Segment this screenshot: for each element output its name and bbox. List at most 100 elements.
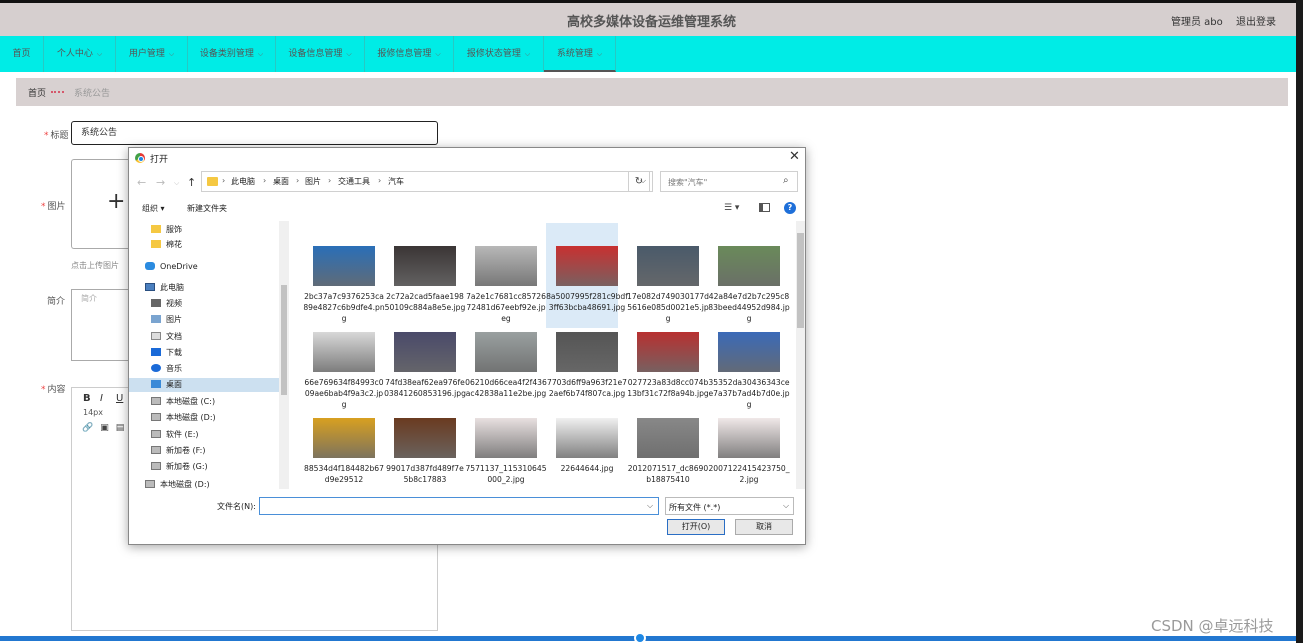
nav-system-mgmt-label: 系统管理 [556,49,593,59]
filetype-select[interactable]: 所有文件 (*.*) [665,497,794,515]
search-icon[interactable]: ⌕ [783,175,789,186]
back-arrow-icon[interactable]: ← [137,176,146,189]
nav-personal-center-label: 个人中心 [56,49,93,59]
bold-button[interactable]: B [83,393,91,404]
nav-tree-item[interactable]: 新加卷 (G:) [129,460,208,474]
file-item[interactable]: 2012071517_dc8690b18875410 [627,395,708,489]
refresh-icon[interactable]: ↻ [628,171,650,192]
path-separator-icon: › [296,176,300,185]
progress-handle[interactable] [634,632,646,644]
nav-tree-label: 软件 (E:) [166,430,199,439]
chevron-down-icon: ⌵ [168,50,175,58]
search-input[interactable]: 搜索"汽车" ⌕ [660,171,798,192]
watermark: CSDN @卓远科技 [1151,617,1274,635]
nav-repair-info[interactable]: 报修信息管理 ⌵ [365,36,454,72]
file-list: 2bc37a7c9376253ca89e4827c6b9dfe4.png 2c72… [291,221,796,489]
nav-home[interactable]: 首页 [0,36,44,72]
file-item[interactable]: 99017d387fd489f7e5b8c17883 [384,395,464,489]
image-thumbnail [556,418,618,458]
nav-tree-item[interactable]: 本地磁盘 (D:) [129,411,216,425]
dialog-title-bar[interactable]: 打开 ✕ [129,148,805,168]
cancel-button[interactable]: 取消 [735,519,793,535]
nav-device-info[interactable]: 设备信息管理 ⌵ [276,36,365,72]
image-icon[interactable]: ▣ [100,423,116,433]
up-arrow-icon[interactable]: ↑ [187,176,196,189]
nav-tree-item[interactable]: 图片 [129,313,182,327]
nav-tree-item[interactable]: 服饰 [129,223,182,237]
nav-tree-item[interactable]: 文档 [129,330,182,344]
nav-pane-scroll-thumb[interactable] [281,285,287,395]
file-list-scroll-thumb[interactable] [797,233,804,328]
nav-repair-status[interactable]: 报修状态管理 ⌵ [454,36,544,72]
logout-link[interactable]: 退出登录 [1236,13,1276,28]
path-crumb[interactable]: 此电脑 [231,176,255,187]
chevron-down-icon[interactable]: ⌵ [647,501,653,511]
new-folder-button[interactable]: 新建文件夹 [187,203,227,214]
image-thumbnail [556,246,618,286]
chevron-down-icon[interactable]: ⌵ [783,501,789,511]
required-mark: * [41,202,46,212]
folder-icon [207,177,218,186]
file-item[interactable]: 88534d4f184482b67d9e29512 [303,395,384,489]
intro-textarea[interactable] [71,289,131,361]
nav-device-category[interactable]: 设备类别管理 ⌵ [188,36,276,72]
page-progress-bar[interactable] [0,636,1296,641]
nav-tree-item[interactable]: 桌面 [129,378,279,392]
image-thumbnail [394,246,456,286]
nav-tree-label: 桌面 [166,380,182,389]
open-button[interactable]: 打开(O) [667,519,725,535]
nav-system-mgmt[interactable]: 系统管理 ⌵ [544,36,616,72]
title-input[interactable]: 系统公告 [71,121,438,145]
drive-icon [151,413,161,421]
view-options-icon[interactable]: ☰ ▾ [724,203,739,213]
file-item[interactable]: 7571137_115310645000_2.jpg [465,395,547,489]
nav-user-mgmt[interactable]: 用户管理 ⌵ [116,36,188,72]
file-item[interactable]: 22644644.jpg [546,395,618,489]
nav-tree-item[interactable]: 新加卷 (F:) [129,444,205,458]
nav-tree-item[interactable]: 棉花 [129,238,182,252]
underline-button[interactable]: U [116,393,123,404]
nav-tree-item[interactable]: 软件 (E:) [129,428,199,442]
nav-tree-item[interactable]: 音乐 [129,362,182,376]
nav-device-info-label: 设备信息管理 [288,49,343,59]
nav-tree-label: 视频 [166,299,182,308]
image-thumbnail [718,332,780,372]
file-name: 2012071517_dc8690b18875410 [627,464,709,484]
breadcrumb-home[interactable]: 首页 [28,86,46,99]
path-crumb[interactable]: 桌面 [273,176,289,187]
help-icon[interactable]: ? [784,202,796,214]
cloud-icon [145,262,155,270]
filename-input[interactable] [259,497,659,515]
forward-arrow-icon[interactable]: → [156,176,165,189]
file-item[interactable]: 2007122415423750_2.jpg [708,395,790,489]
history-chevron-icon[interactable]: ⌵ [174,179,179,188]
preview-pane-icon[interactable] [759,203,770,212]
breadcrumb-separator-icon [51,87,64,93]
app-window: 高校多媒体设备运维管理系统 管理员 abo 退出登录 首页 个人中心 ⌵ 用户管理… [0,0,1303,644]
nav-tree-item[interactable]: 下载 [129,346,182,360]
link-icon[interactable]: 🔗 [82,423,100,433]
path-separator-icon: › [378,176,382,185]
nav-repair-info-label: 报修信息管理 [377,49,432,59]
editor-toolbar-icons[interactable]: 🔗▣▤ [82,423,131,433]
nav-personal-center[interactable]: 个人中心 ⌵ [44,36,116,72]
address-bar[interactable]: › 此电脑 › 桌面 › 图片 › 交通工具 › 汽车 ⌵ [201,171,653,192]
plus-icon[interactable]: + [107,191,125,213]
nav-tree-item[interactable]: OneDrive [129,260,198,274]
upload-hint: 点击上传图片 [71,261,119,270]
path-crumb[interactable]: 图片 [305,176,321,187]
close-icon[interactable]: ✕ [789,149,800,164]
font-size-select[interactable]: 14px [83,408,103,417]
nav-tree-item[interactable]: 本地磁盘 (C:) [129,395,215,409]
nav-tree-item[interactable]: 本地磁盘 (D:) [129,478,210,489]
italic-button[interactable]: I [100,393,103,404]
nav-tree-label: 棉花 [166,240,182,249]
image-thumbnail [718,246,780,286]
path-crumb[interactable]: 交通工具 [338,176,370,187]
nav-tree-item[interactable]: 视频 [129,297,182,311]
chevron-down-icon: ⌵ [257,50,264,58]
organize-button[interactable]: 组织 ▾ [142,203,165,214]
nav-tree-item[interactable]: 此电脑 [129,281,184,295]
title-label: * 标题 [44,128,69,141]
path-crumb[interactable]: 汽车 [388,176,404,187]
